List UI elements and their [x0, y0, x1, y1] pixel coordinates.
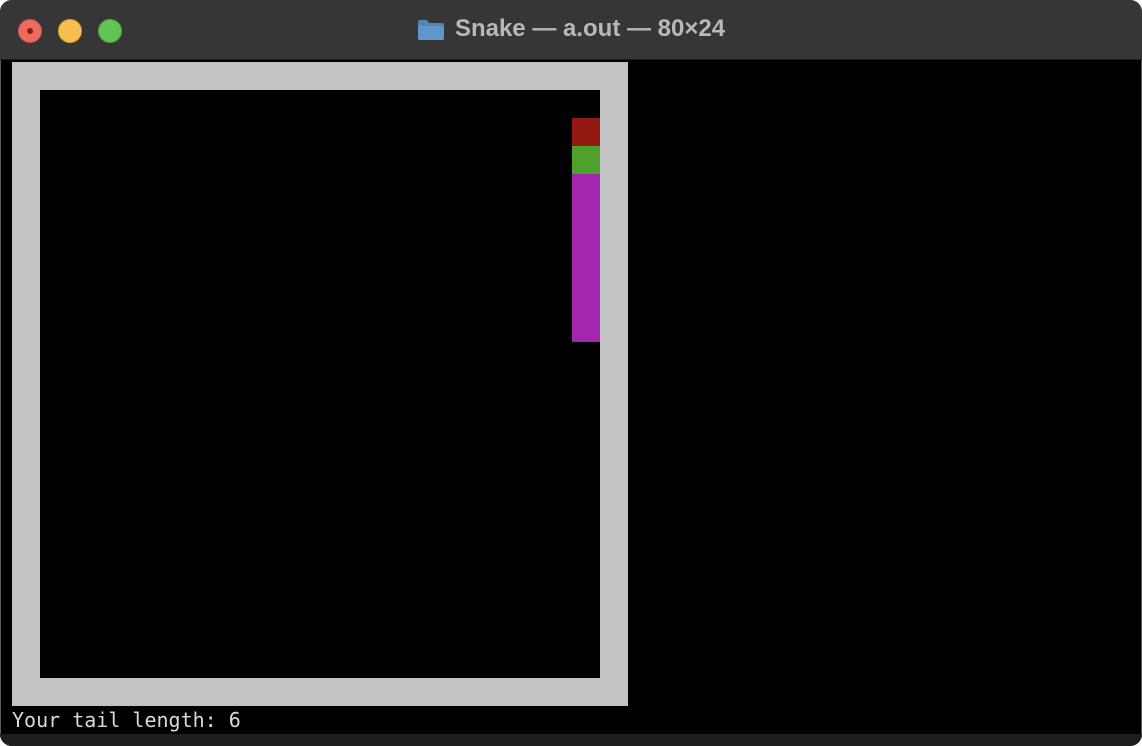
terminal-window: Snake — a.out — 80×24 Your tail length: … [0, 0, 1142, 746]
snake-segment [572, 258, 600, 286]
window-title: Snake — a.out — 80×24 [454, 15, 726, 42]
snake-segment [572, 286, 600, 314]
title-bar[interactable]: Snake — a.out — 80×24 [0, 0, 1142, 60]
window-bottom-edge [0, 734, 1142, 746]
tail-length-status: Your tail length: 6 [12, 708, 241, 732]
terminal-content[interactable]: Your tail length: 6 [12, 62, 1132, 734]
window-title-area: Snake — a.out — 80×24 [0, 0, 1142, 58]
play-area [40, 90, 600, 678]
snake-segment [572, 202, 600, 230]
snake-segment [572, 230, 600, 258]
snake-segment [572, 174, 600, 202]
snake-head [572, 146, 600, 174]
folder-icon [417, 17, 445, 41]
snake-segment [572, 314, 600, 342]
apple [572, 118, 600, 146]
game-board-wall [12, 62, 628, 706]
